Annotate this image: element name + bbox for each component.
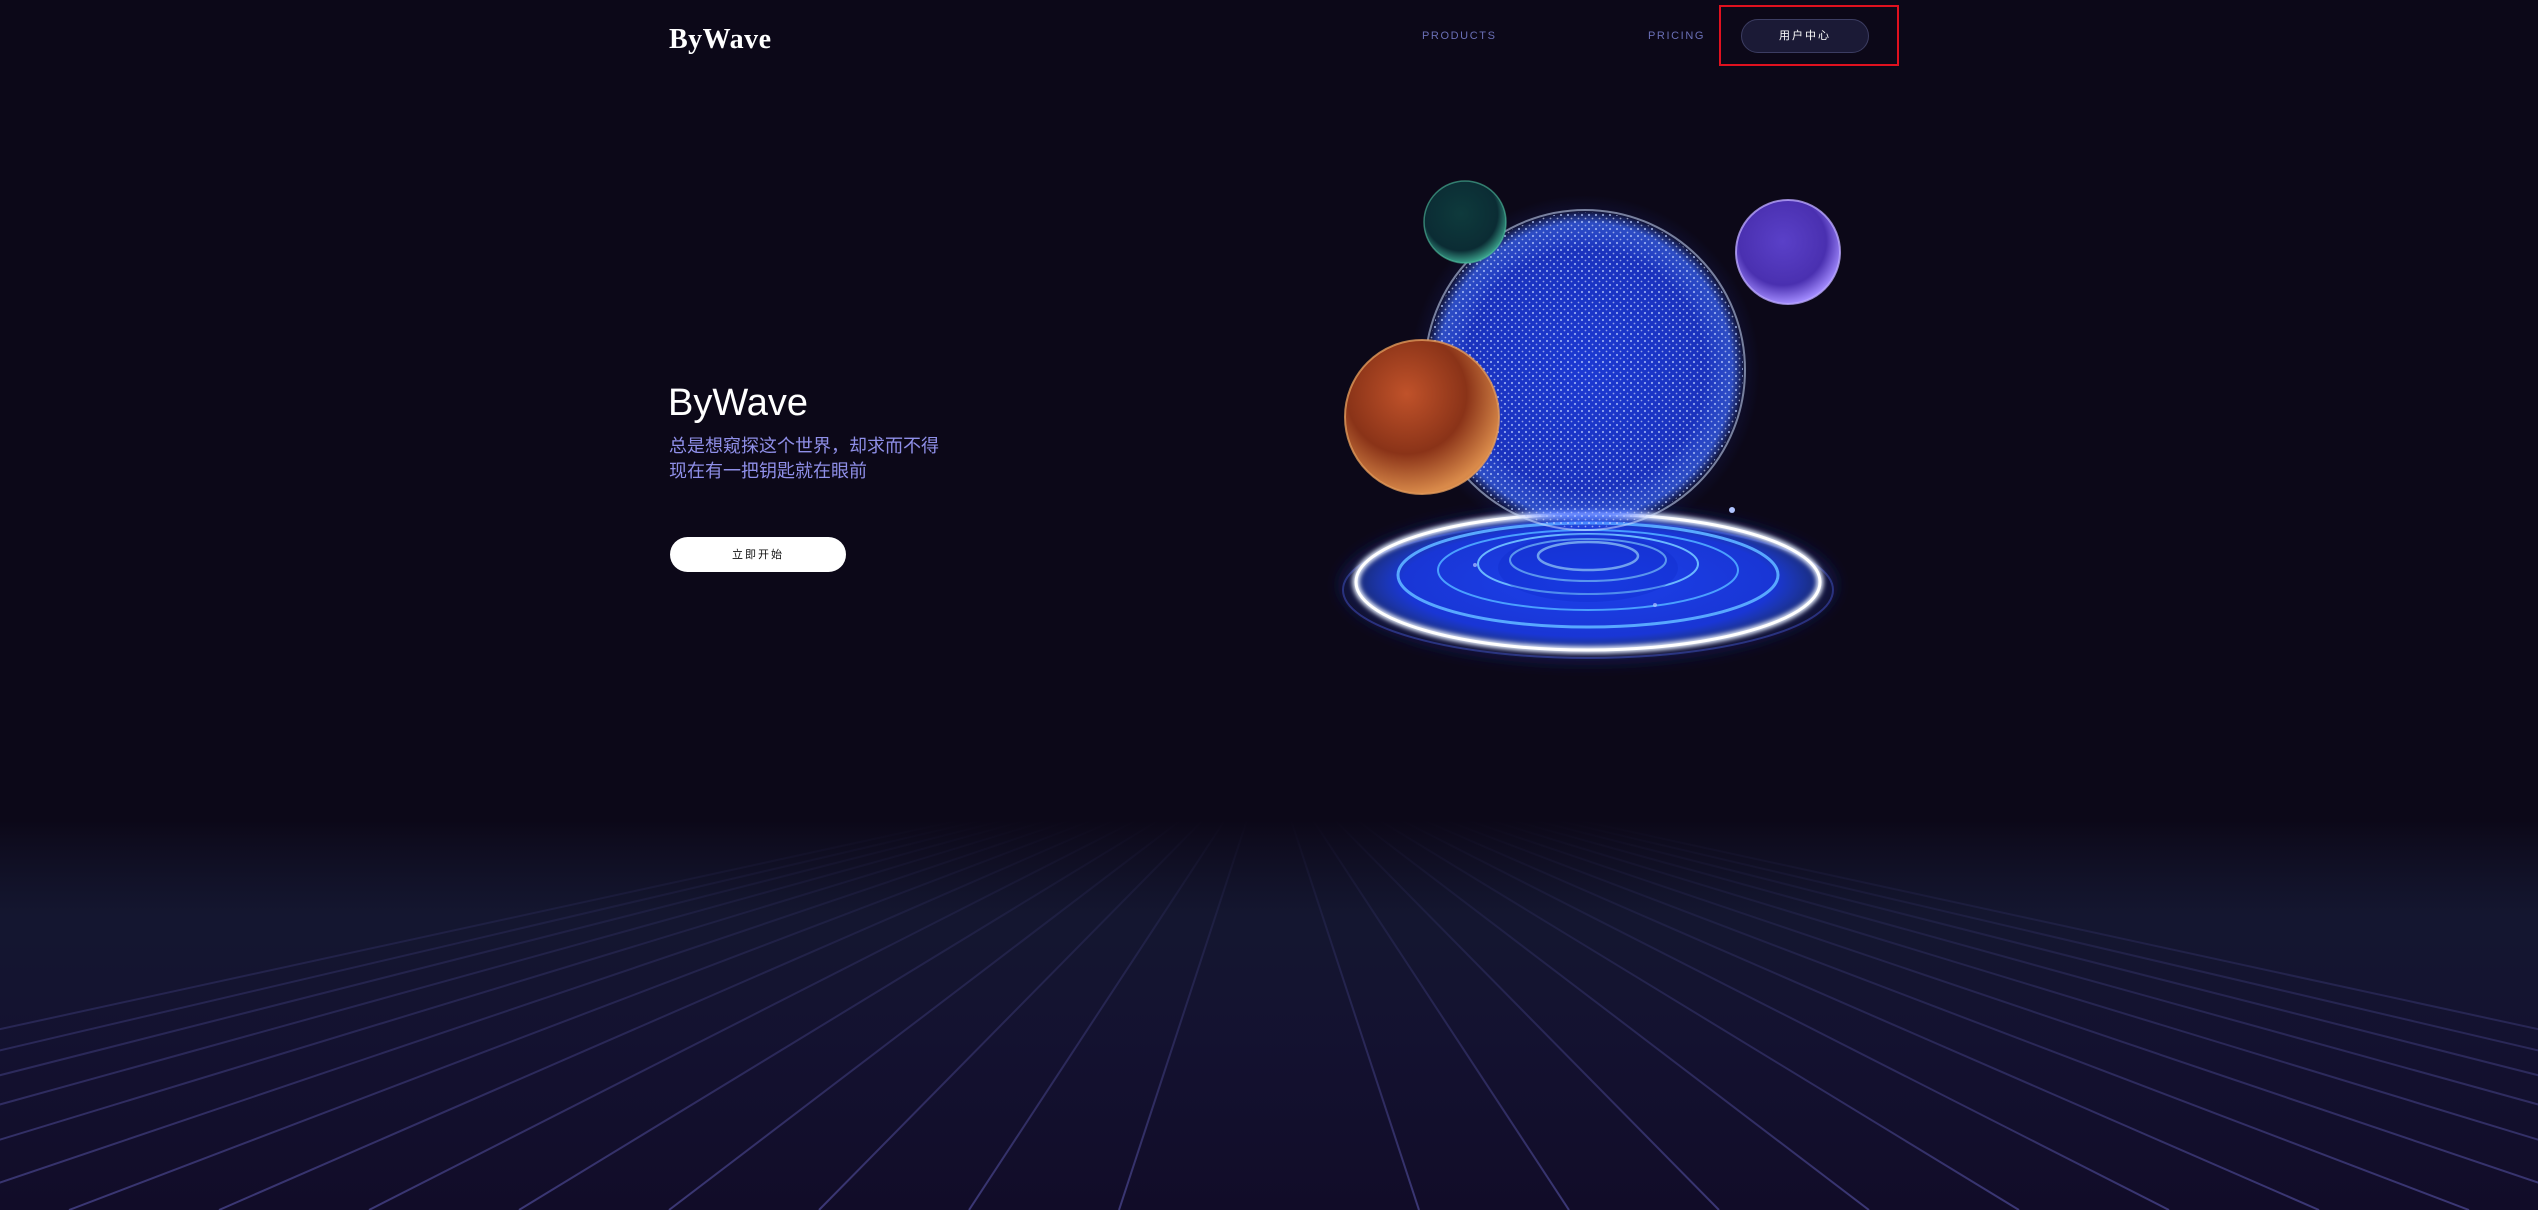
nav-products-link[interactable]: PRODUCTS xyxy=(1422,28,1497,44)
site-header: ByWave PRODUCTS PRICING 用户中心 xyxy=(0,0,2538,80)
start-now-button[interactable]: 立即开始 xyxy=(670,537,846,572)
hero-subtitle-line-2: 现在有一把钥匙就在眼前 xyxy=(669,461,867,482)
nav-pricing-link[interactable]: PRICING xyxy=(1648,28,1705,44)
grid-floor-background xyxy=(0,820,2538,1210)
hero-illustration xyxy=(1300,150,1900,710)
hero-subtitle-line-1: 总是想窥探这个世界，却求而不得 xyxy=(669,436,939,457)
user-center-button[interactable]: 用户中心 xyxy=(1741,19,1869,53)
brand-logo[interactable]: ByWave xyxy=(669,22,772,58)
hero-title: ByWave xyxy=(668,382,809,424)
